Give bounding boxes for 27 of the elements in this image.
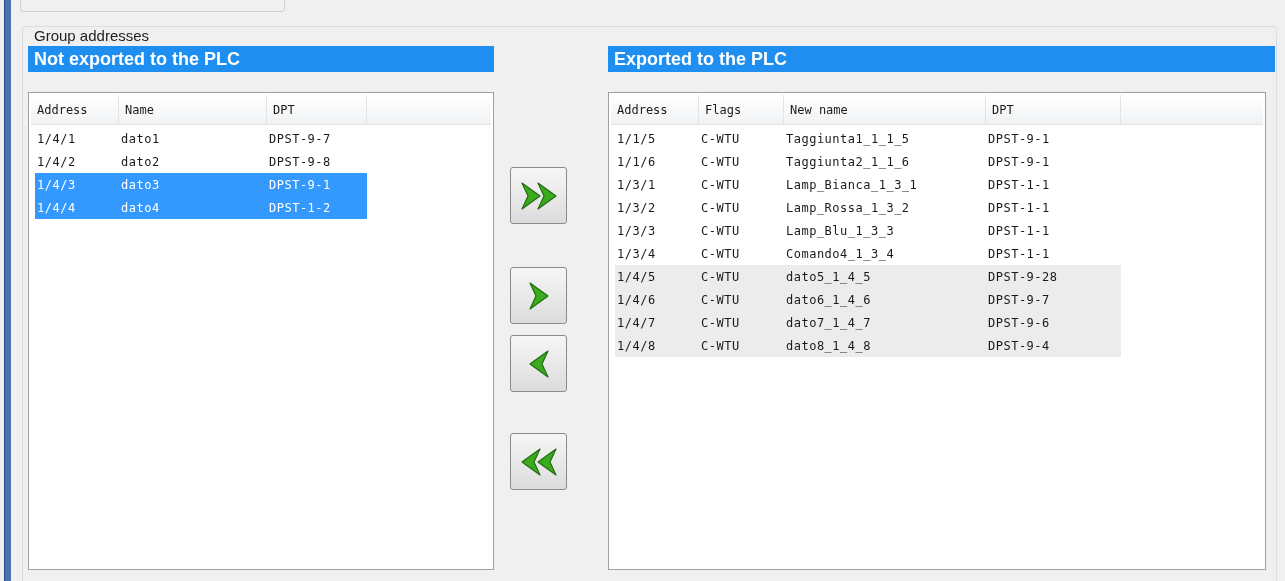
column-header[interactable]: DPT — [986, 95, 1121, 124]
add-all-button[interactable] — [510, 167, 567, 224]
list-view[interactable] — [608, 92, 1266, 570]
column-header[interactable]: Flags — [699, 95, 784, 124]
list-title: Not exported to the PLC — [28, 46, 494, 72]
column-header[interactable]: Name — [119, 95, 267, 124]
list-row[interactable]: 1/4/2 dato2 DPST-9-8 — [35, 150, 367, 173]
list-row[interactable]: 1/4/1 dato1 DPST-9-7 — [35, 127, 367, 150]
list-row[interactable]: 1/3/3 C-WTU Lamp_Blu_1_3_3 DPST-1-1 — [615, 219, 1121, 242]
list-row[interactable]: 1/4/8 C-WTU dato8_1_4_8 DPST-9-4 — [615, 334, 1121, 357]
list-view[interactable]: Address Name DPT 1/4/1 dato1 DPST-9-7 1/4/2 dato2 DPST-9-8 1/4/3 dato3 DPST-9-1 1/4/4 dato4 DPST-1-2 — [28, 92, 494, 570]
column-header[interactable]: Address — [611, 95, 699, 124]
list-row[interactable]: 1/3/4 C-WTU Comando4_1_3_4 DPST-1-1 — [615, 242, 1121, 265]
column-header[interactable]: DPT — [267, 95, 367, 124]
list-row[interactable]: 1/1/6 C-WTU Taggiunta2_1_1_6 DPST-9-1 — [615, 150, 1121, 173]
column-header[interactable]: New name — [784, 95, 986, 124]
column-header[interactable]: Address — [31, 95, 119, 124]
remove-button[interactable] — [510, 335, 567, 392]
list-row[interactable]: 1/4/7 C-WTU dato7_1_4_7 DPST-9-6 — [615, 311, 1121, 334]
list-row[interactable]: 1/1/5 C-WTU Taggiunta1_1_1_5 DPST-9-1 — [615, 127, 1121, 150]
remove-all-button[interactable] — [510, 433, 567, 490]
list-row[interactable]: 1/4/6 C-WTU dato6_1_4_6 DPST-9-7 — [615, 288, 1121, 311]
list-row[interactable]: 1/3/1 C-WTU Lamp_Bianca_1_3_1 DPST-1-1 — [615, 173, 1121, 196]
list-row[interactable]: 1/4/5 C-WTU dato5_1_4_5 DPST-9-28 — [615, 265, 1121, 288]
add-button[interactable] — [510, 267, 567, 324]
list-row[interactable]: 1/3/2 C-WTU Lamp_Rossa_1_3_2 DPST-1-1 — [615, 196, 1121, 219]
list-title: Exported to the PLC — [608, 46, 1275, 72]
